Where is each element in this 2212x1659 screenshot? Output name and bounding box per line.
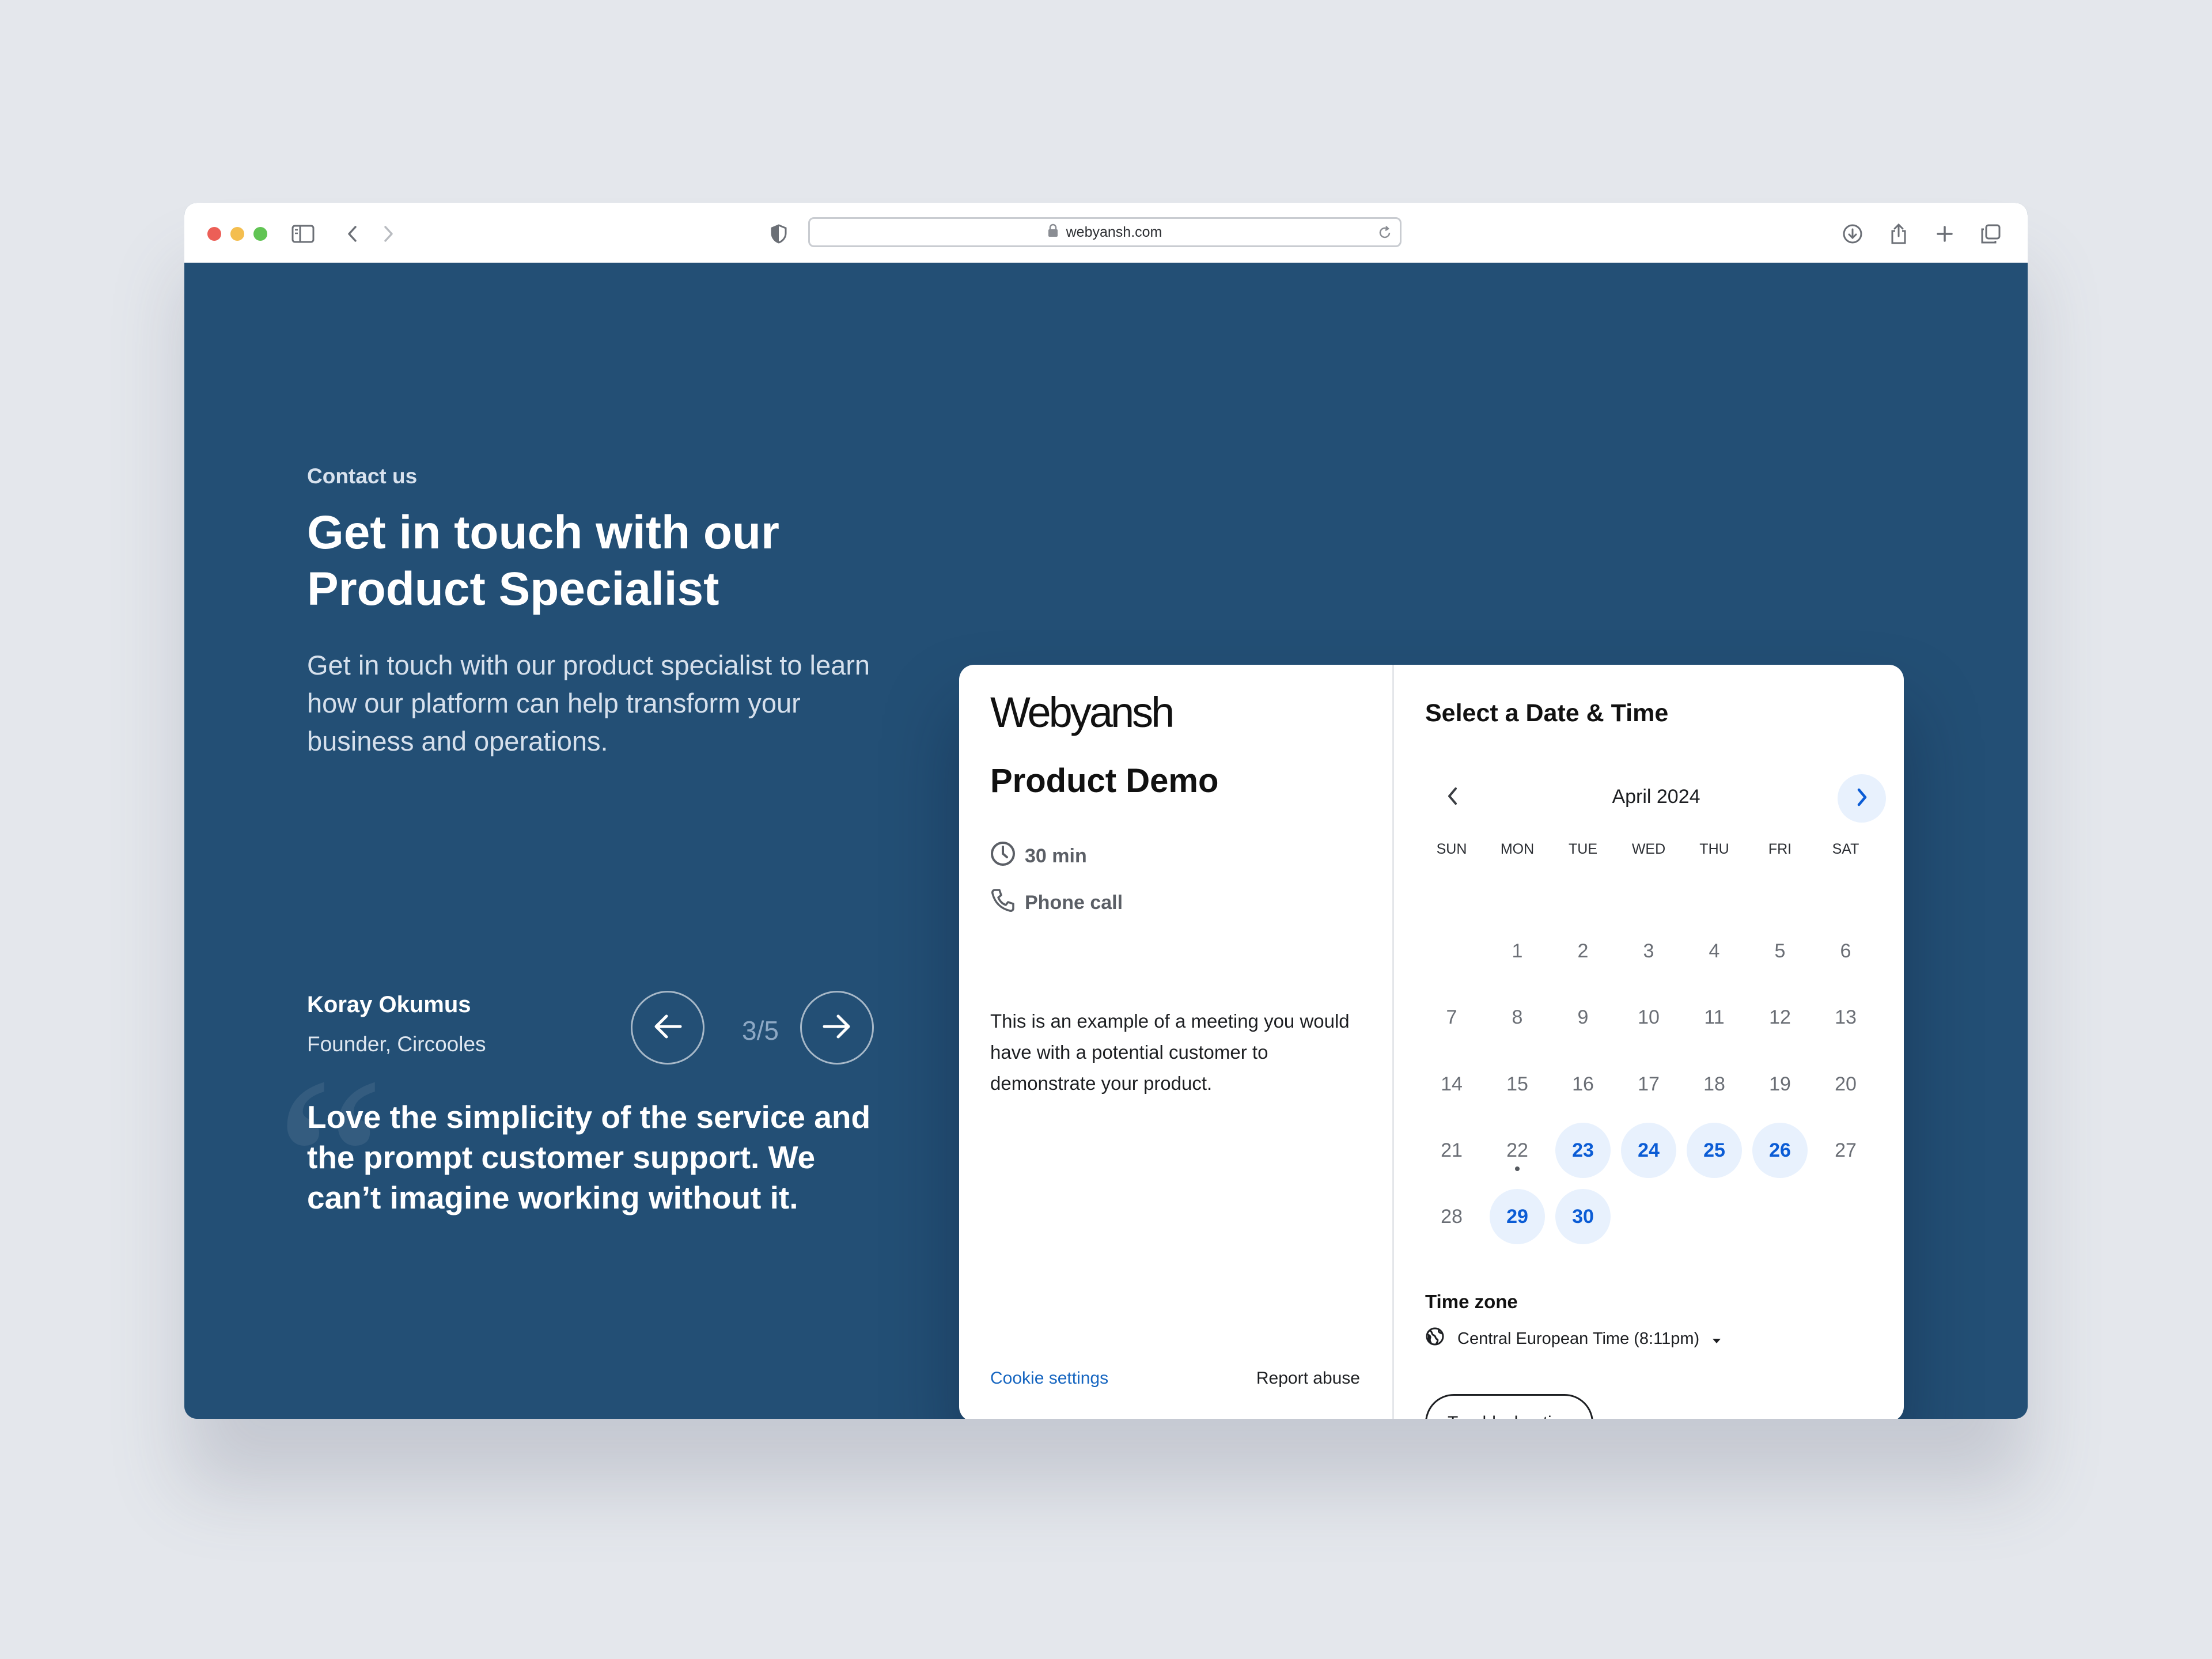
available-date[interactable]: 26 — [1752, 1123, 1808, 1178]
available-date[interactable]: 30 — [1555, 1189, 1611, 1244]
calendar-date: 2 — [1577, 940, 1589, 962]
weekday-sun: SUN — [1436, 841, 1467, 857]
reload-icon[interactable] — [1378, 226, 1392, 244]
testimonial-author: Koray Okumus — [307, 992, 471, 1017]
maximize-window-button[interactable] — [253, 227, 267, 241]
next-testimonial-button[interactable] — [800, 991, 874, 1065]
timezone-value: Central European Time (8:11pm) — [1457, 1329, 1700, 1348]
calendar-date: 10 — [1638, 1006, 1660, 1028]
sidebar-icon[interactable] — [290, 222, 316, 245]
next-month-button[interactable] — [1838, 774, 1886, 823]
testimonial-quote: Love the simplicity of the service and t… — [307, 1099, 871, 1215]
testimonial-counter: 3/5 — [742, 1016, 779, 1046]
calendar-date: 20 — [1835, 1073, 1857, 1095]
location-label: Phone call — [1025, 891, 1123, 914]
calendar-date: 28 — [1441, 1205, 1463, 1228]
browser-toolbar: webyansh.com — [184, 203, 2028, 264]
shield-icon[interactable] — [766, 222, 791, 245]
forward-icon[interactable] — [376, 222, 401, 245]
back-icon[interactable] — [340, 222, 365, 245]
eyebrow: Contact us — [307, 464, 418, 488]
event-description: This is an example of a meeting you woul… — [990, 1010, 1350, 1094]
date-time-panel: Select a Date & Time April 2024 SUN MON TU… — [1394, 665, 1904, 1419]
available-date[interactable]: 29 — [1490, 1189, 1545, 1244]
weekday-wed: WED — [1631, 841, 1666, 857]
calendar-date: 9 — [1577, 1006, 1589, 1028]
calendar-date: 5 — [1774, 940, 1786, 962]
calendar-date: 16 — [1572, 1073, 1594, 1095]
page-heading: Get in touch with our Product Specialist — [307, 506, 779, 615]
event-title: Product Demo — [990, 762, 1219, 800]
cookie-settings-link[interactable]: Cookie settings — [990, 1369, 1108, 1388]
weekday-fri: FRI — [1768, 841, 1792, 857]
calendar-date: 8 — [1512, 1006, 1523, 1028]
calendar-date: 12 — [1769, 1006, 1791, 1028]
url-text: webyansh.com — [1066, 224, 1162, 240]
calendar-date: 13 — [1835, 1006, 1857, 1028]
phone-icon — [990, 888, 1016, 918]
share-icon[interactable] — [1886, 222, 1911, 245]
calendar-date: 15 — [1506, 1073, 1528, 1095]
arrow-right-icon — [822, 1014, 852, 1042]
available-date[interactable]: 24 — [1621, 1123, 1676, 1178]
calendar-date: 6 — [1840, 940, 1851, 962]
chevron-right-icon — [1855, 787, 1868, 810]
calendar-date: 18 — [1703, 1073, 1725, 1095]
timezone-select[interactable]: Central European Time (8:11pm) — [1425, 1326, 1721, 1351]
event-details-panel: Webyansh Product Demo 30 min Phone call … — [959, 665, 1394, 1419]
calendar-date: 4 — [1709, 940, 1720, 962]
lead-paragraph: Get in touch with our product specialist… — [307, 650, 870, 756]
page-content: Contact us Get in touch with our Product… — [184, 263, 2028, 1419]
calendar-date: 27 — [1835, 1139, 1857, 1161]
available-date[interactable]: 23 — [1555, 1123, 1611, 1178]
new-tab-icon[interactable] — [1932, 222, 1957, 245]
calendar-date: 14 — [1441, 1073, 1463, 1095]
event-duration: 30 min — [990, 841, 1087, 872]
calendar-date: 7 — [1446, 1006, 1457, 1028]
globe-icon — [1425, 1327, 1445, 1351]
arrow-left-icon — [653, 1014, 683, 1042]
today-indicator — [1515, 1166, 1520, 1171]
available-date[interactable]: 25 — [1687, 1123, 1742, 1178]
tabs-overview-icon[interactable] — [1978, 222, 2003, 245]
weekday-mon: MON — [1500, 841, 1535, 857]
booking-widget: Webyansh Product Demo 30 min Phone call … — [959, 665, 1904, 1419]
weekday-thu: THU — [1699, 841, 1729, 857]
browser-window: webyansh.com Contact us Get in touch wit… — [184, 203, 2028, 1419]
timezone-label: Time zone — [1425, 1291, 1518, 1312]
report-abuse-link[interactable]: Report abuse — [1256, 1369, 1360, 1388]
calendar-date: 3 — [1643, 940, 1654, 962]
calendar-date: 17 — [1638, 1073, 1660, 1095]
duration-label: 30 min — [1025, 844, 1087, 867]
previous-month-button[interactable] — [1430, 774, 1476, 820]
calendar-date: 21 — [1441, 1139, 1463, 1161]
previous-testimonial-button[interactable] — [631, 991, 704, 1065]
calendar-date: 19 — [1769, 1073, 1791, 1095]
address-bar[interactable]: webyansh.com — [808, 217, 1402, 247]
calendar-date: 11 — [1704, 1006, 1725, 1028]
troubleshooting-button[interactable]: Troubleshooting — [1425, 1394, 1593, 1419]
calendar-date: 1 — [1512, 940, 1523, 962]
clock-icon — [990, 841, 1016, 872]
select-date-title: Select a Date & Time — [1425, 699, 1669, 727]
close-window-button[interactable] — [207, 227, 221, 241]
current-month: April 2024 — [1612, 786, 1700, 808]
event-location: Phone call — [990, 888, 1123, 917]
weekday-sat: SAT — [1832, 841, 1859, 857]
minimize-window-button[interactable] — [230, 227, 244, 241]
chevron-left-icon — [1446, 786, 1459, 809]
lock-icon — [1048, 224, 1058, 241]
company-logo: Webyansh — [990, 688, 1175, 736]
caret-down-icon — [1712, 1330, 1721, 1349]
weekday-tue: TUE — [1569, 841, 1597, 857]
download-icon[interactable] — [1840, 222, 1865, 245]
